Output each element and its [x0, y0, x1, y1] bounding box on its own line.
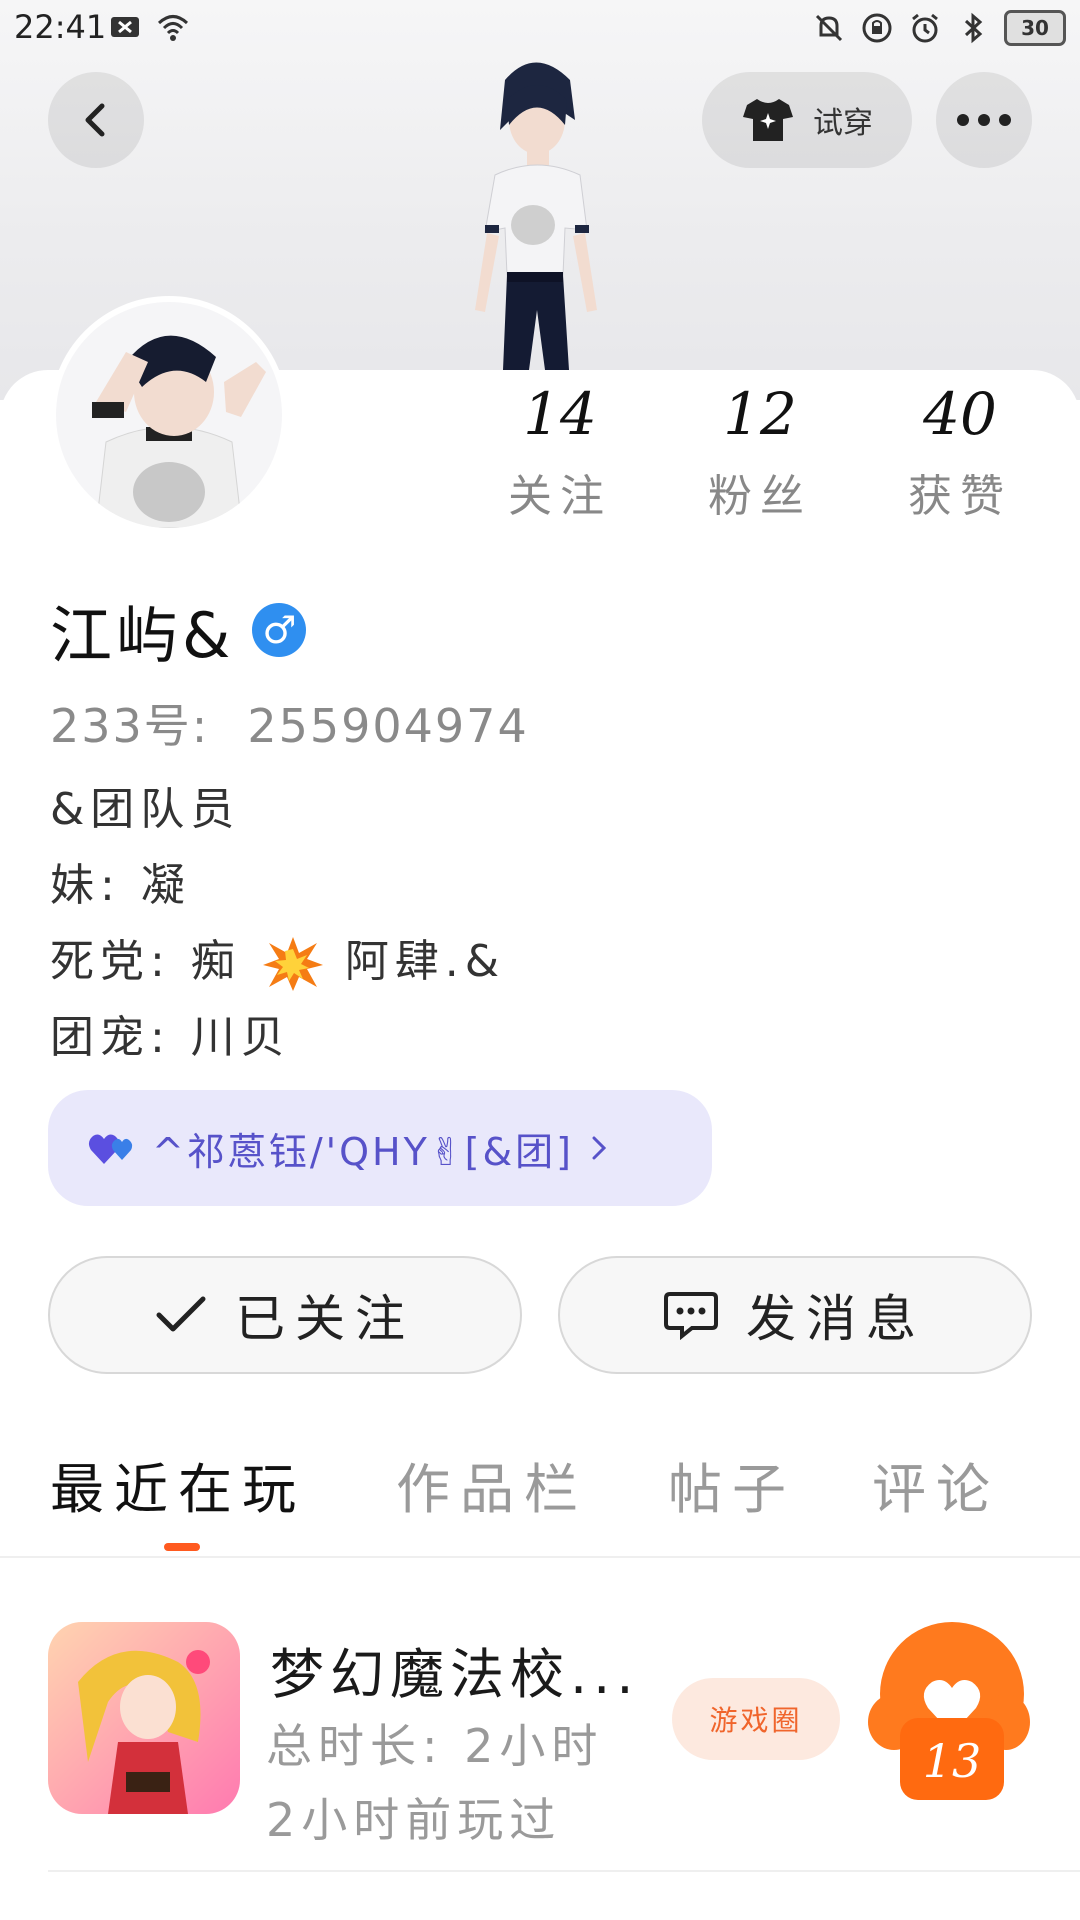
gender-male-icon: ♂: [252, 603, 307, 657]
bio-line-suffix: 阿肆.&: [344, 936, 506, 987]
profile-tabs: 最近在玩 作品栏 帖子 评论: [0, 1445, 1080, 1555]
followed-label: 已关注: [235, 1290, 415, 1348]
bio: &团队员 妹: 凝 死党: 痴 阿肆.& 团宠: 川贝: [50, 772, 505, 1076]
bio-line: 妹: 凝: [50, 860, 191, 911]
send-message-label: 发消息: [746, 1290, 926, 1348]
user-id: 233号: 255904974: [50, 690, 529, 756]
shirt-icon: [743, 99, 793, 141]
status-bar: 22:41 30: [0, 0, 1080, 56]
like-button[interactable]: 13: [866, 1622, 1032, 1802]
bell-muted-icon: [815, 14, 843, 42]
stat-likes-label: 获赞: [908, 471, 1012, 522]
bio-line: 团宠: 川贝: [50, 1012, 291, 1063]
followed-button[interactable]: 已关注: [48, 1256, 522, 1374]
stat-following-count: 14: [523, 380, 597, 448]
collision-emoji-icon: [262, 937, 323, 991]
try-on-label: 试穿: [813, 106, 873, 141]
alarm-icon: [912, 13, 938, 43]
stat-likes-count: 40: [923, 380, 997, 448]
chat-bubble-icon: [664, 1292, 718, 1340]
hearts-icon: [88, 1134, 133, 1164]
status-time: 22:41: [14, 8, 107, 46]
more-dots-icon: [957, 114, 1011, 126]
avatar-3d-figure: [475, 62, 597, 370]
avatar[interactable]: [50, 296, 288, 534]
tab-recently-played[interactable]: 最近在玩: [50, 1445, 306, 1524]
game-last-played: 2小时前玩过: [266, 1793, 562, 1847]
send-message-button[interactable]: 发消息: [558, 1256, 1032, 1374]
status-right-icons: 30: [812, 10, 1066, 46]
tab-works[interactable]: 作品栏: [396, 1445, 588, 1524]
bluetooth-icon: [964, 12, 983, 44]
game-icon: [48, 1622, 240, 1814]
tab-comments[interactable]: 评论: [872, 1445, 1000, 1524]
stat-following[interactable]: 14 关注: [480, 380, 640, 524]
team-pill-label: ^祁蒽钰/'QHY✌[&团]: [152, 1129, 574, 1174]
tab-indicator: [164, 1543, 200, 1551]
bio-line: &团队员: [50, 784, 241, 835]
stat-fans-label: 粉丝: [708, 471, 812, 522]
stat-fans-count: 12: [723, 380, 797, 448]
user-id-label: 233号:: [50, 699, 210, 753]
game-cover-image: [48, 1622, 240, 1814]
game-circle-button[interactable]: 游戏圈: [672, 1678, 840, 1760]
game-duration: 总时长: 2小时: [266, 1719, 604, 1773]
stat-fans[interactable]: 12 粉丝: [680, 380, 840, 524]
chevron-left-icon: [85, 103, 105, 137]
battery-indicator: 30: [1004, 10, 1066, 46]
user-id-value: 255904974: [247, 699, 529, 753]
game-list-item[interactable]: 梦幻魔法校... 总时长: 2小时 2小时前玩过 游戏圈 13: [0, 1622, 1080, 1847]
wifi-icon: [157, 15, 189, 41]
lock-rotation-icon: [862, 13, 892, 43]
bio-line-prefix: 死党: 痴: [50, 936, 241, 987]
bio-line: 死党: 痴 阿肆.&: [50, 924, 505, 1000]
divider: [48, 1870, 1080, 1872]
try-on-button[interactable]: 试穿: [702, 72, 912, 168]
team-pill[interactable]: ^祁蒽钰/'QHY✌[&团]: [48, 1090, 712, 1206]
user-name: 江屿&: [50, 599, 235, 672]
game-title: 梦幻魔法校...: [270, 1643, 640, 1706]
stat-likes[interactable]: 40 获赞: [880, 380, 1040, 524]
like-count: 13: [922, 1734, 982, 1788]
check-icon: [156, 1296, 206, 1332]
chevron-right-icon: [592, 1136, 607, 1160]
stats-row: 14 关注 12 粉丝 40 获赞: [480, 380, 1040, 524]
stat-following-label: 关注: [508, 471, 612, 522]
notification-x-icon: [111, 17, 139, 37]
tab-posts[interactable]: 帖子: [668, 1445, 796, 1524]
more-button[interactable]: [936, 72, 1032, 168]
name-row: 江屿& ♂: [50, 585, 307, 675]
divider: [0, 1556, 1080, 1558]
avatar-image: [56, 302, 282, 528]
back-button[interactable]: [48, 72, 144, 168]
status-left-icons: [108, 10, 190, 44]
